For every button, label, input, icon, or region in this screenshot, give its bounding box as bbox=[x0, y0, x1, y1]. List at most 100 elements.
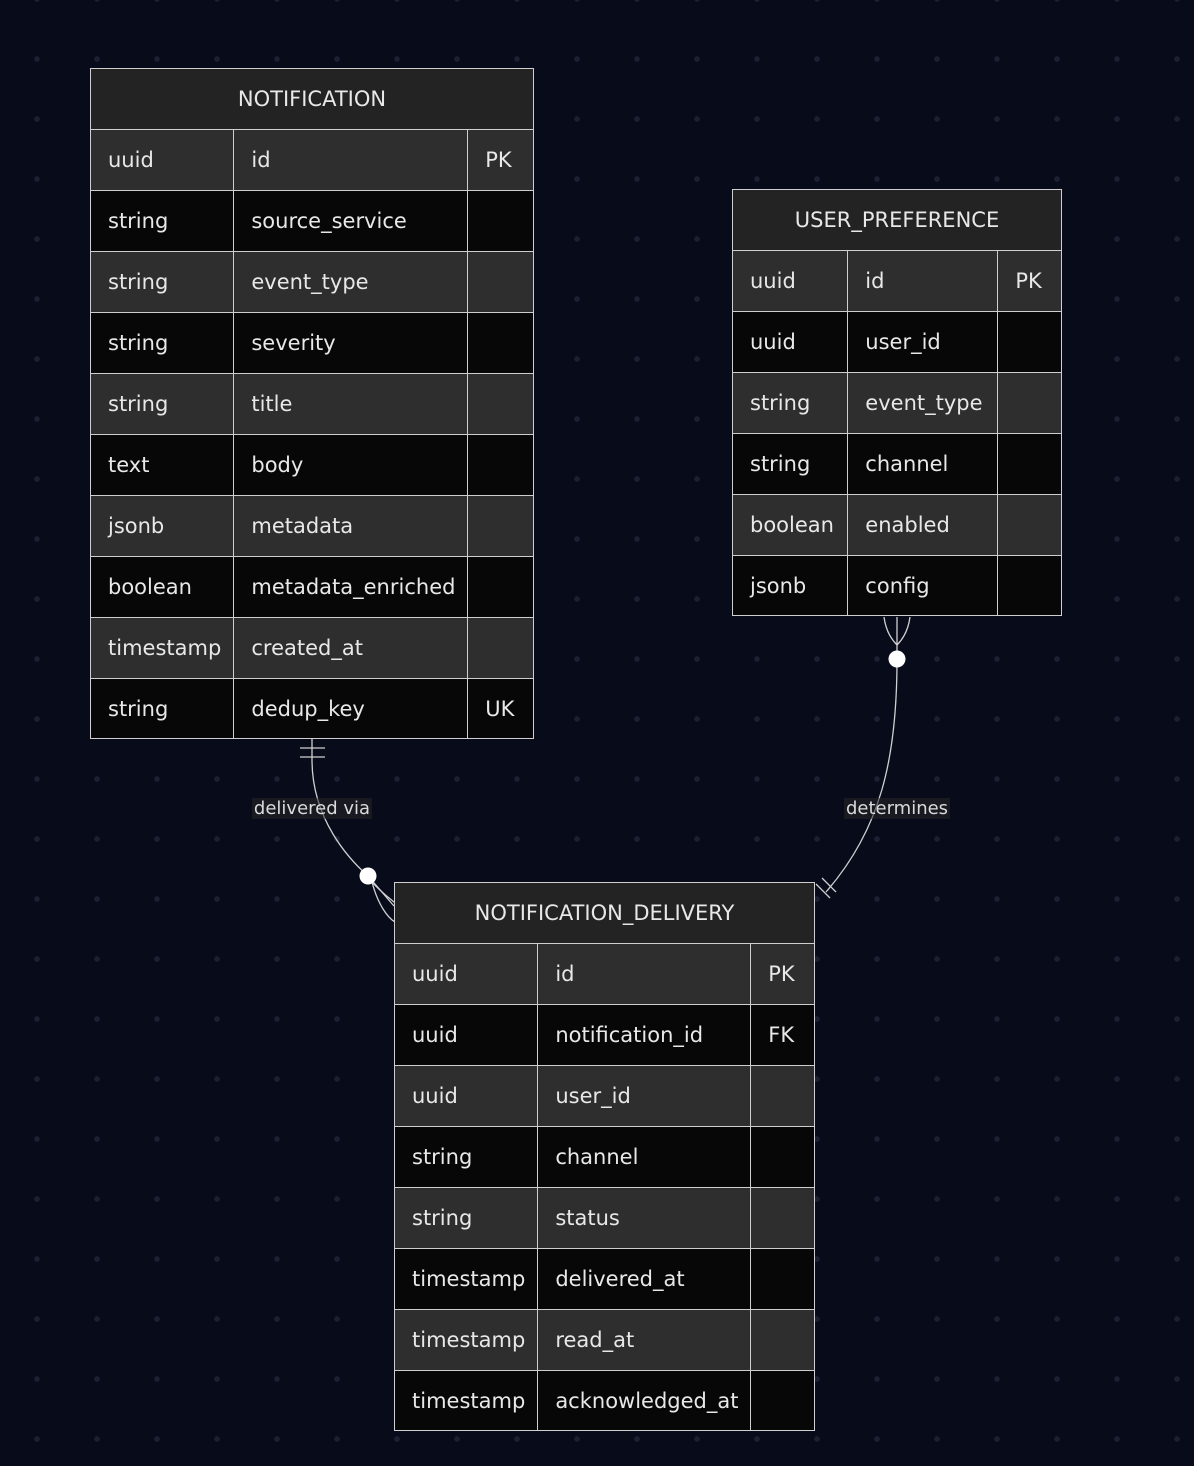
attr-name: config bbox=[848, 556, 999, 615]
entity-title: NOTIFICATION bbox=[91, 69, 533, 130]
attribute-row[interactable]: jsonb config bbox=[733, 556, 1061, 615]
attr-name: channel bbox=[538, 1127, 752, 1187]
attr-name: event_type bbox=[234, 252, 469, 312]
attr-type: uuid bbox=[733, 251, 849, 311]
attribute-row[interactable]: timestamp read_at bbox=[395, 1310, 814, 1371]
attr-type: timestamp bbox=[395, 1371, 539, 1430]
attr-key bbox=[998, 434, 1061, 494]
attr-type: uuid bbox=[395, 944, 539, 1004]
attribute-row[interactable]: string event_type bbox=[91, 252, 533, 313]
attribute-row[interactable]: boolean enabled bbox=[733, 495, 1061, 556]
entity-notification-delivery[interactable]: NOTIFICATION_DELIVERY uuid id PK uuid notifi… bbox=[394, 882, 815, 1431]
attr-name: user_id bbox=[848, 312, 999, 372]
er-diagram-canvas: delivered via determines NOTIFICATION uu… bbox=[0, 0, 1194, 1466]
attr-type: string bbox=[91, 313, 235, 373]
attr-type: jsonb bbox=[733, 556, 849, 615]
attribute-row[interactable]: timestamp created_at bbox=[91, 618, 533, 679]
attribute-row[interactable]: uuid user_id bbox=[395, 1066, 814, 1127]
attribute-row[interactable]: uuid notification_id FK bbox=[395, 1005, 814, 1066]
attr-key bbox=[751, 1127, 814, 1187]
attr-name: read_at bbox=[538, 1310, 752, 1370]
attr-key bbox=[751, 1310, 814, 1370]
relationship-label-delivered-via: delivered via bbox=[251, 798, 373, 819]
marker-one-bar-3 bbox=[815, 883, 831, 899]
attr-name: dedup_key bbox=[234, 679, 469, 738]
attribute-row[interactable]: boolean metadata_enriched bbox=[91, 557, 533, 618]
attribute-row[interactable]: string status bbox=[395, 1188, 814, 1249]
attribute-row[interactable]: string dedup_key UK bbox=[91, 679, 533, 738]
attr-key bbox=[468, 191, 533, 251]
entity-title: USER_PREFERENCE bbox=[733, 190, 1061, 251]
attribute-row[interactable]: jsonb metadata bbox=[91, 496, 533, 557]
attr-name: notification_id bbox=[538, 1005, 752, 1065]
attribute-row[interactable]: uuid id PK bbox=[733, 251, 1061, 312]
attr-name: status bbox=[538, 1188, 752, 1248]
attr-type: string bbox=[91, 679, 235, 738]
marker-zero-circle-2 bbox=[888, 650, 906, 668]
attr-name: title bbox=[234, 374, 469, 434]
attribute-row[interactable]: string channel bbox=[733, 434, 1061, 495]
attribute-row[interactable]: string source_service bbox=[91, 191, 533, 252]
attribute-row[interactable]: timestamp acknowledged_at bbox=[395, 1371, 814, 1430]
attr-name: body bbox=[234, 435, 469, 495]
attribute-row[interactable]: string channel bbox=[395, 1127, 814, 1188]
marker-crowsfoot-left bbox=[371, 881, 396, 923]
attr-type: string bbox=[395, 1127, 539, 1187]
attr-key: PK bbox=[485, 148, 512, 172]
attr-key bbox=[468, 252, 533, 312]
attribute-row[interactable]: uuid id PK bbox=[91, 130, 533, 191]
attr-type: string bbox=[91, 191, 235, 251]
attr-key bbox=[998, 312, 1061, 372]
attr-type: string bbox=[733, 434, 849, 494]
relationship-label-determines: determines bbox=[843, 798, 951, 819]
attr-type: string bbox=[91, 252, 235, 312]
attr-key bbox=[468, 435, 533, 495]
attribute-row[interactable]: string title bbox=[91, 374, 533, 435]
attr-type: string bbox=[91, 374, 235, 434]
attr-name: metadata_enriched bbox=[234, 557, 469, 617]
marker-one-bar-4 bbox=[821, 877, 837, 893]
attr-key: UK bbox=[485, 696, 515, 721]
attr-type: timestamp bbox=[395, 1310, 539, 1370]
attr-type: uuid bbox=[733, 312, 849, 372]
attribute-row[interactable]: uuid user_id bbox=[733, 312, 1061, 373]
attr-type: string bbox=[733, 373, 849, 433]
attr-key bbox=[468, 618, 533, 678]
attribute-row[interactable]: timestamp delivered_at bbox=[395, 1249, 814, 1310]
attribute-row[interactable]: string event_type bbox=[733, 373, 1061, 434]
marker-crowsfoot-top-2 bbox=[896, 616, 911, 646]
attr-key bbox=[468, 557, 533, 617]
marker-zero-circle-1 bbox=[359, 867, 377, 885]
attr-type: uuid bbox=[91, 130, 235, 190]
entity-notification[interactable]: NOTIFICATION uuid id PK string source_servic… bbox=[90, 68, 534, 739]
attr-key bbox=[998, 373, 1061, 433]
attr-type: string bbox=[395, 1188, 539, 1248]
attr-key bbox=[751, 1371, 814, 1430]
attr-name: metadata bbox=[234, 496, 469, 556]
attribute-row[interactable]: uuid id PK bbox=[395, 944, 814, 1005]
attr-name: enabled bbox=[848, 495, 999, 555]
link-delivered-via bbox=[311, 739, 395, 907]
attr-key bbox=[751, 1066, 814, 1126]
attr-key bbox=[751, 1188, 814, 1248]
attr-name: id bbox=[234, 130, 469, 190]
attr-key bbox=[468, 374, 533, 434]
attr-key bbox=[468, 496, 533, 556]
attr-name: event_type bbox=[848, 373, 999, 433]
attribute-row[interactable]: string severity bbox=[91, 313, 533, 374]
entity-title: NOTIFICATION_DELIVERY bbox=[395, 883, 814, 944]
attr-name: id bbox=[848, 251, 999, 311]
attr-type: uuid bbox=[395, 1005, 539, 1065]
attribute-row[interactable]: text body bbox=[91, 435, 533, 496]
attr-name: id bbox=[538, 944, 752, 1004]
attr-type: uuid bbox=[395, 1066, 539, 1126]
attr-key bbox=[751, 1249, 814, 1309]
attr-type: timestamp bbox=[395, 1249, 539, 1309]
attr-key bbox=[468, 313, 533, 373]
attr-name: delivered_at bbox=[538, 1249, 752, 1309]
attr-type: timestamp bbox=[91, 618, 235, 678]
attr-key bbox=[998, 556, 1061, 615]
attr-type: boolean bbox=[91, 557, 235, 617]
entity-user-preference[interactable]: USER_PREFERENCE uuid id PK uuid user_id strin… bbox=[732, 189, 1062, 616]
attr-name: created_at bbox=[234, 618, 469, 678]
